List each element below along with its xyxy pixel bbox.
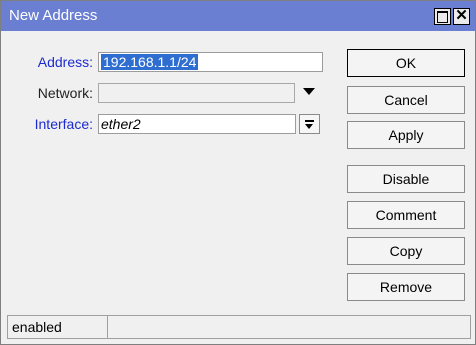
comment-button[interactable]: Comment bbox=[347, 201, 465, 229]
network-input[interactable] bbox=[98, 83, 295, 103]
cancel-button[interactable]: Cancel bbox=[347, 86, 465, 114]
apply-button[interactable]: Apply bbox=[347, 121, 465, 149]
copy-button[interactable]: Copy bbox=[347, 237, 465, 265]
title-bar[interactable]: New Address ✕ bbox=[1, 1, 475, 31]
interface-value: ether2 bbox=[101, 116, 141, 132]
disable-button[interactable]: Disable bbox=[347, 165, 465, 193]
maximize-icon[interactable] bbox=[434, 8, 451, 25]
network-label: Network: bbox=[37, 85, 93, 101]
remove-button[interactable]: Remove bbox=[347, 273, 465, 301]
interface-label: Interface: bbox=[34, 116, 93, 132]
window-title: New Address bbox=[9, 7, 98, 24]
dropdown-arrow-icon[interactable] bbox=[303, 88, 315, 95]
interface-select[interactable]: ether2 bbox=[98, 114, 296, 134]
address-value: 192.168.1.1/24 bbox=[101, 54, 199, 70]
status-separator bbox=[107, 316, 108, 338]
status-text: enabled bbox=[12, 319, 62, 335]
dropdown-icon[interactable] bbox=[299, 114, 320, 134]
status-bar: enabled bbox=[7, 315, 471, 339]
address-input[interactable]: 192.168.1.1/24 bbox=[98, 52, 323, 72]
ok-button[interactable]: OK bbox=[347, 49, 465, 77]
address-label: Address: bbox=[37, 54, 93, 70]
new-address-window: New Address ✕ Address: 192.168.1.1/24 Ne… bbox=[0, 0, 476, 345]
close-icon[interactable]: ✕ bbox=[453, 7, 470, 25]
